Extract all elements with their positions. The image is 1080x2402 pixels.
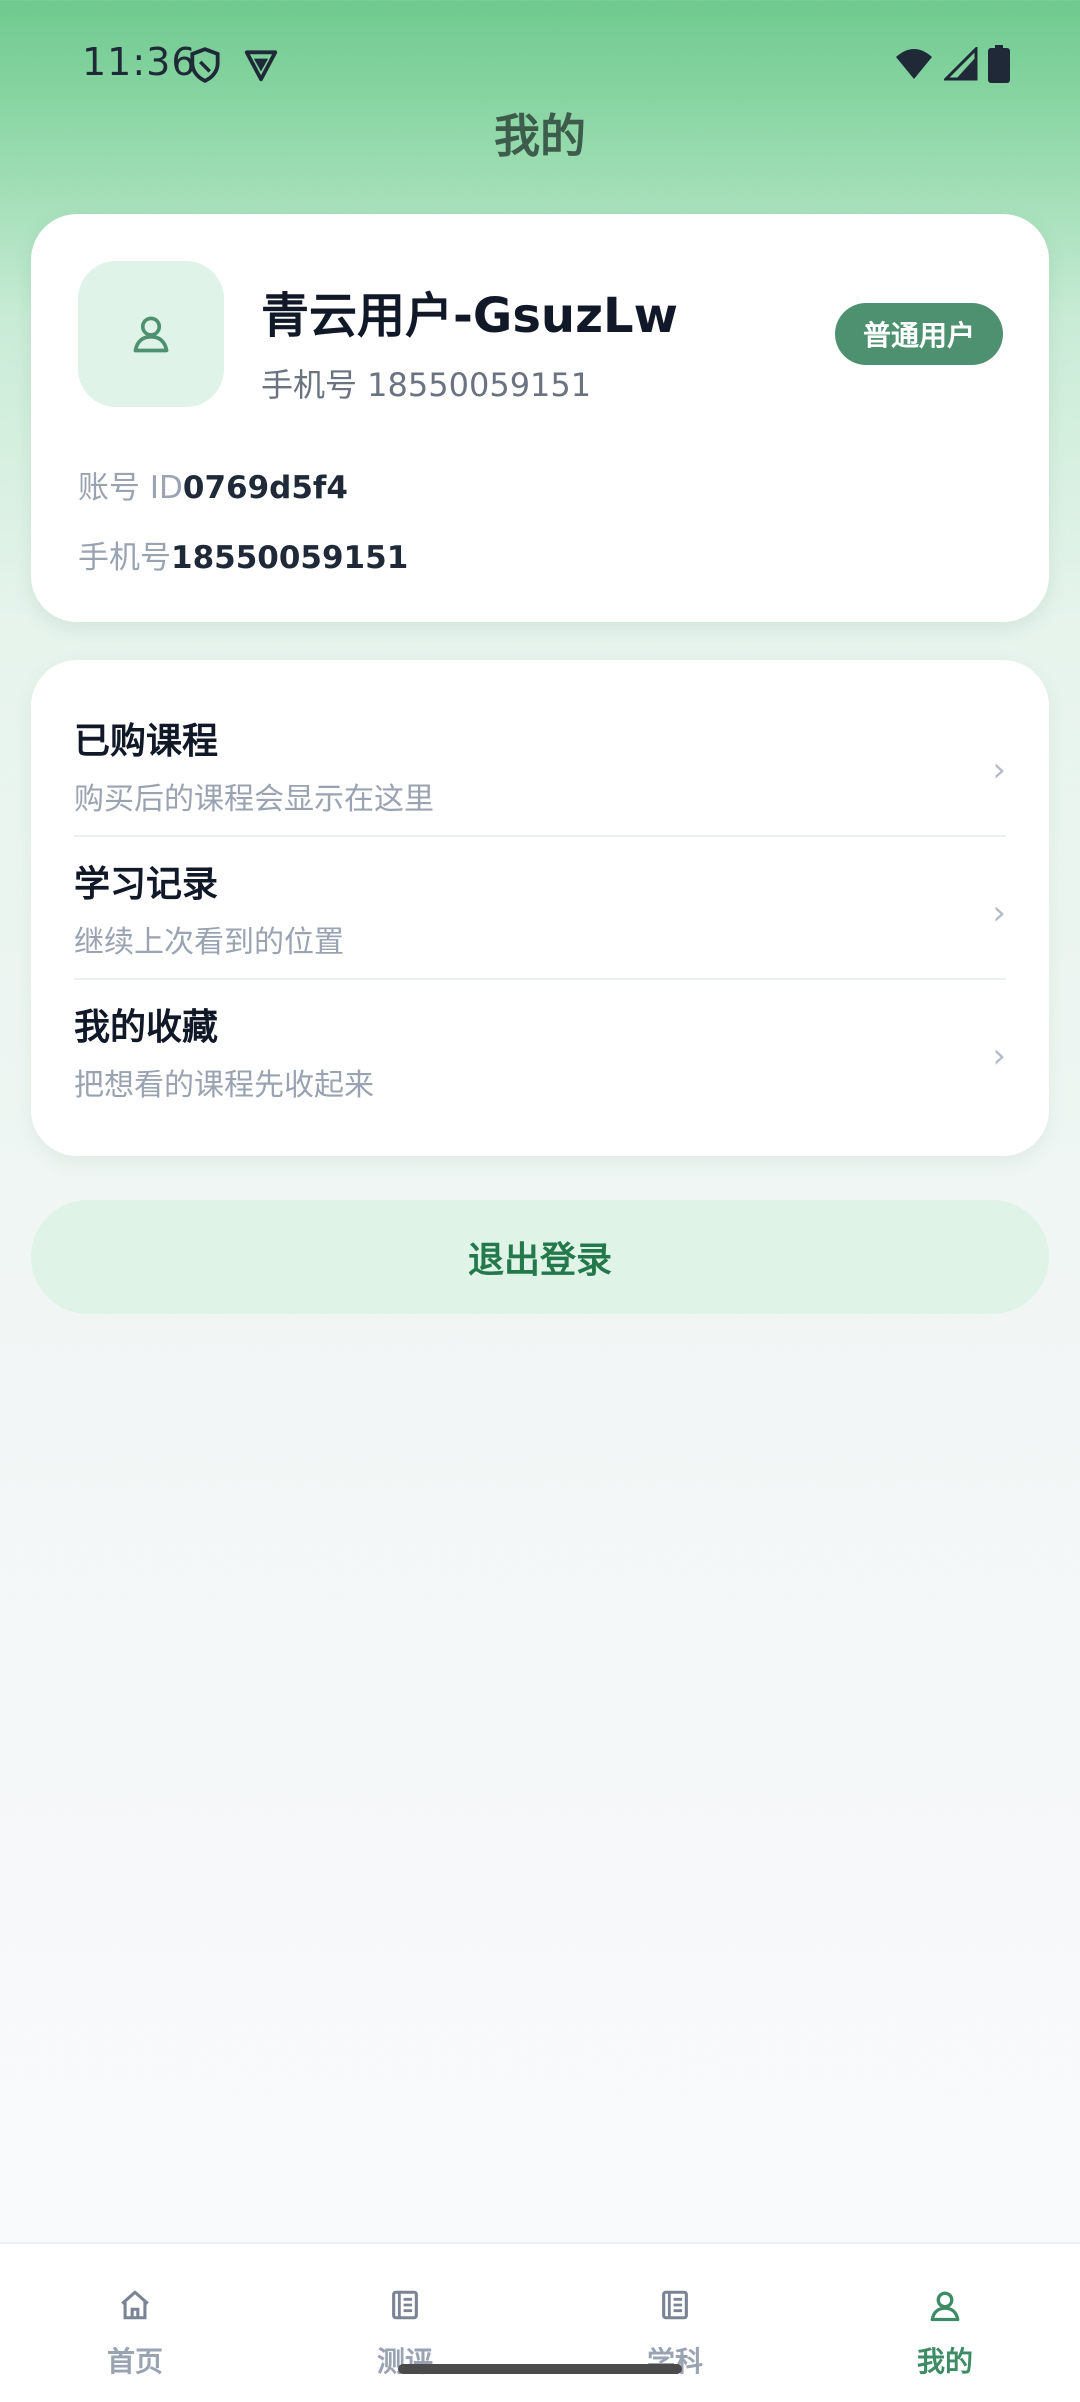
menu-item-study-history[interactable]: 学习记录 继续上次看到的位置 ›: [74, 803, 1006, 960]
nav-label: 学科: [646, 2345, 703, 2378]
account-id-row: 账号 ID0769d5f4: [78, 462, 348, 507]
menu-item-favorites[interactable]: 我的收藏 把想看的课程先收起来 ›: [74, 946, 1006, 1103]
menu-item-title: 学习记录: [74, 864, 219, 905]
wifi-icon: [896, 49, 932, 79]
page-title: 我的: [494, 109, 586, 163]
menu-item-subtitle: 把想看的课程先收起来: [74, 1068, 374, 1103]
nav-item-subjects[interactable]: 学科: [540, 2244, 810, 2402]
user-icon: [930, 2291, 960, 2322]
battery-icon: [988, 45, 1010, 83]
user-phone: 手机号 18550059151: [261, 366, 592, 404]
vpn-shield-icon: [244, 50, 278, 82]
account-id-value: 0769d5f4: [182, 470, 348, 506]
membership-badge: 普通用户: [834, 303, 1003, 365]
status-indicators: [894, 44, 1010, 84]
user-icon: [133, 316, 169, 353]
nav-item-assessment[interactable]: 测评: [270, 2244, 540, 2402]
menu-item-title: 已购课程: [74, 721, 219, 762]
nav-item-home[interactable]: 首页: [0, 2244, 270, 2402]
phone-row: 手机号18550059151: [78, 532, 408, 577]
cellular-signal-icon: [944, 47, 978, 81]
list-icon: [662, 2290, 688, 2320]
profile-card: 青云用户-GsuzLw 手机号 18550059151 普通用户 账号 ID07…: [31, 214, 1049, 622]
phone-label: 手机号: [78, 540, 171, 576]
list-icon: [392, 2290, 418, 2320]
home-icon: [121, 2290, 149, 2320]
account-id-label: 账号 ID: [78, 470, 183, 506]
status-time: 11:36: [82, 40, 197, 84]
chevron-right-icon: ›: [992, 1036, 1006, 1076]
bottom-nav: 首页 测评 学科 我的: [0, 2242, 1080, 2402]
home-indicator[interactable]: [398, 2364, 682, 2374]
menu-card: 已购课程 购买后的课程会显示在这里 › 学习记录 继续上次看到的位置 › 我的收…: [31, 660, 1049, 1156]
menu-item-purchased-courses[interactable]: 已购课程 购买后的课程会显示在这里 ›: [74, 660, 1006, 817]
nav-label: 我的: [916, 2345, 973, 2378]
nav-label: 首页: [106, 2345, 163, 2378]
nav-item-profile[interactable]: 我的: [810, 2244, 1080, 2402]
logout-button[interactable]: 退出登录: [31, 1200, 1049, 1314]
phone-value: 18550059151: [171, 540, 409, 576]
menu-item-title: 我的收藏: [74, 1007, 219, 1048]
avatar: [78, 261, 224, 407]
shield-icon: [190, 47, 220, 83]
user-name: 青云用户-GsuzLw: [261, 288, 678, 344]
chevron-right-icon: ›: [992, 893, 1006, 933]
nav-label: 测评: [376, 2345, 433, 2378]
chevron-right-icon: ›: [992, 750, 1006, 790]
